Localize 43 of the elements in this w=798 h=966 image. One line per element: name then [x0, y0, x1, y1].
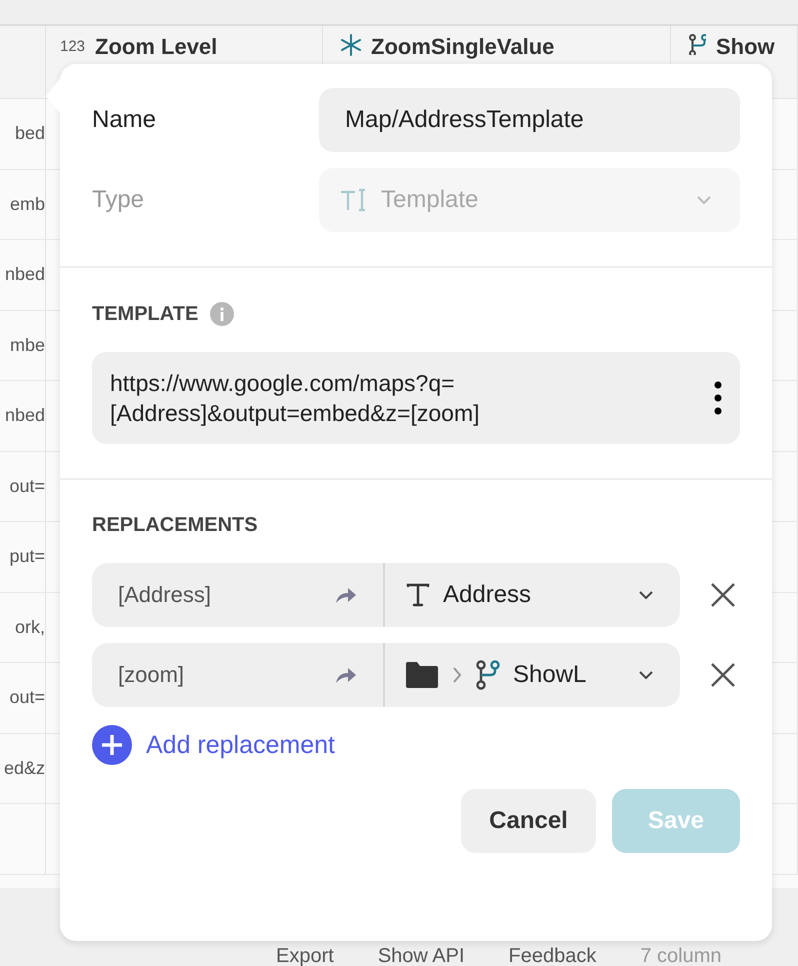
placeholder-field[interactable]: [zoom] [92, 643, 385, 707]
table-cell: put= [9, 546, 45, 568]
column-dropdown[interactable]: Address [385, 563, 680, 627]
section-heading: TEMPLATE [92, 302, 198, 326]
branch-icon [475, 660, 501, 690]
forward-arrow-icon [335, 666, 357, 684]
forward-arrow-icon [335, 586, 357, 604]
folder-icon [405, 662, 439, 688]
table-cell: ork, [14, 616, 45, 638]
cancel-button[interactable]: Cancel [461, 789, 596, 853]
plus-icon [92, 725, 132, 765]
footer-link[interactable]: Show API [378, 945, 465, 966]
close-icon[interactable] [710, 582, 736, 608]
table-cell: mbe [10, 334, 45, 356]
column-header[interactable]: ZoomSingleValue [371, 34, 554, 60]
column-header[interactable]: Zoom Level [95, 34, 218, 60]
branch-icon [689, 34, 706, 55]
column-header[interactable]: Show [716, 34, 775, 60]
table-cell: out= [9, 687, 45, 708]
placeholder-field[interactable]: [Address] [92, 563, 385, 627]
number-type-label: 123 [60, 37, 86, 57]
more-icon[interactable] [714, 381, 722, 415]
column-dropdown[interactable]: ShowL [385, 643, 680, 707]
template-field[interactable]: https://www.google.com/maps?q= [Address]&output=embed&z=[zoom] [92, 352, 740, 444]
table-cell: ed&z [4, 758, 45, 779]
table-cell: out= [9, 476, 45, 497]
template-type-icon [339, 186, 367, 214]
table-cell: nbed [4, 405, 45, 426]
text-type-icon [405, 582, 431, 608]
section-heading: REPLACEMENTS [92, 514, 259, 537]
footer-link[interactable]: Export [276, 945, 334, 966]
table-cell: emb [10, 194, 45, 215]
field-label: Type [92, 186, 146, 214]
name-field[interactable]: Map/AddressTemplate [319, 88, 740, 152]
column-count: 7 column [640, 945, 722, 966]
close-icon[interactable] [710, 662, 736, 688]
asterisk-icon [341, 34, 361, 56]
chevron-right-icon [451, 665, 463, 685]
field-label: Name [92, 106, 158, 134]
table-cell: bed [14, 123, 45, 144]
footer-link[interactable]: Feedback [508, 945, 596, 966]
add-replacement-button[interactable]: Add replacement [92, 725, 336, 765]
table-cell: nbed [4, 264, 45, 286]
